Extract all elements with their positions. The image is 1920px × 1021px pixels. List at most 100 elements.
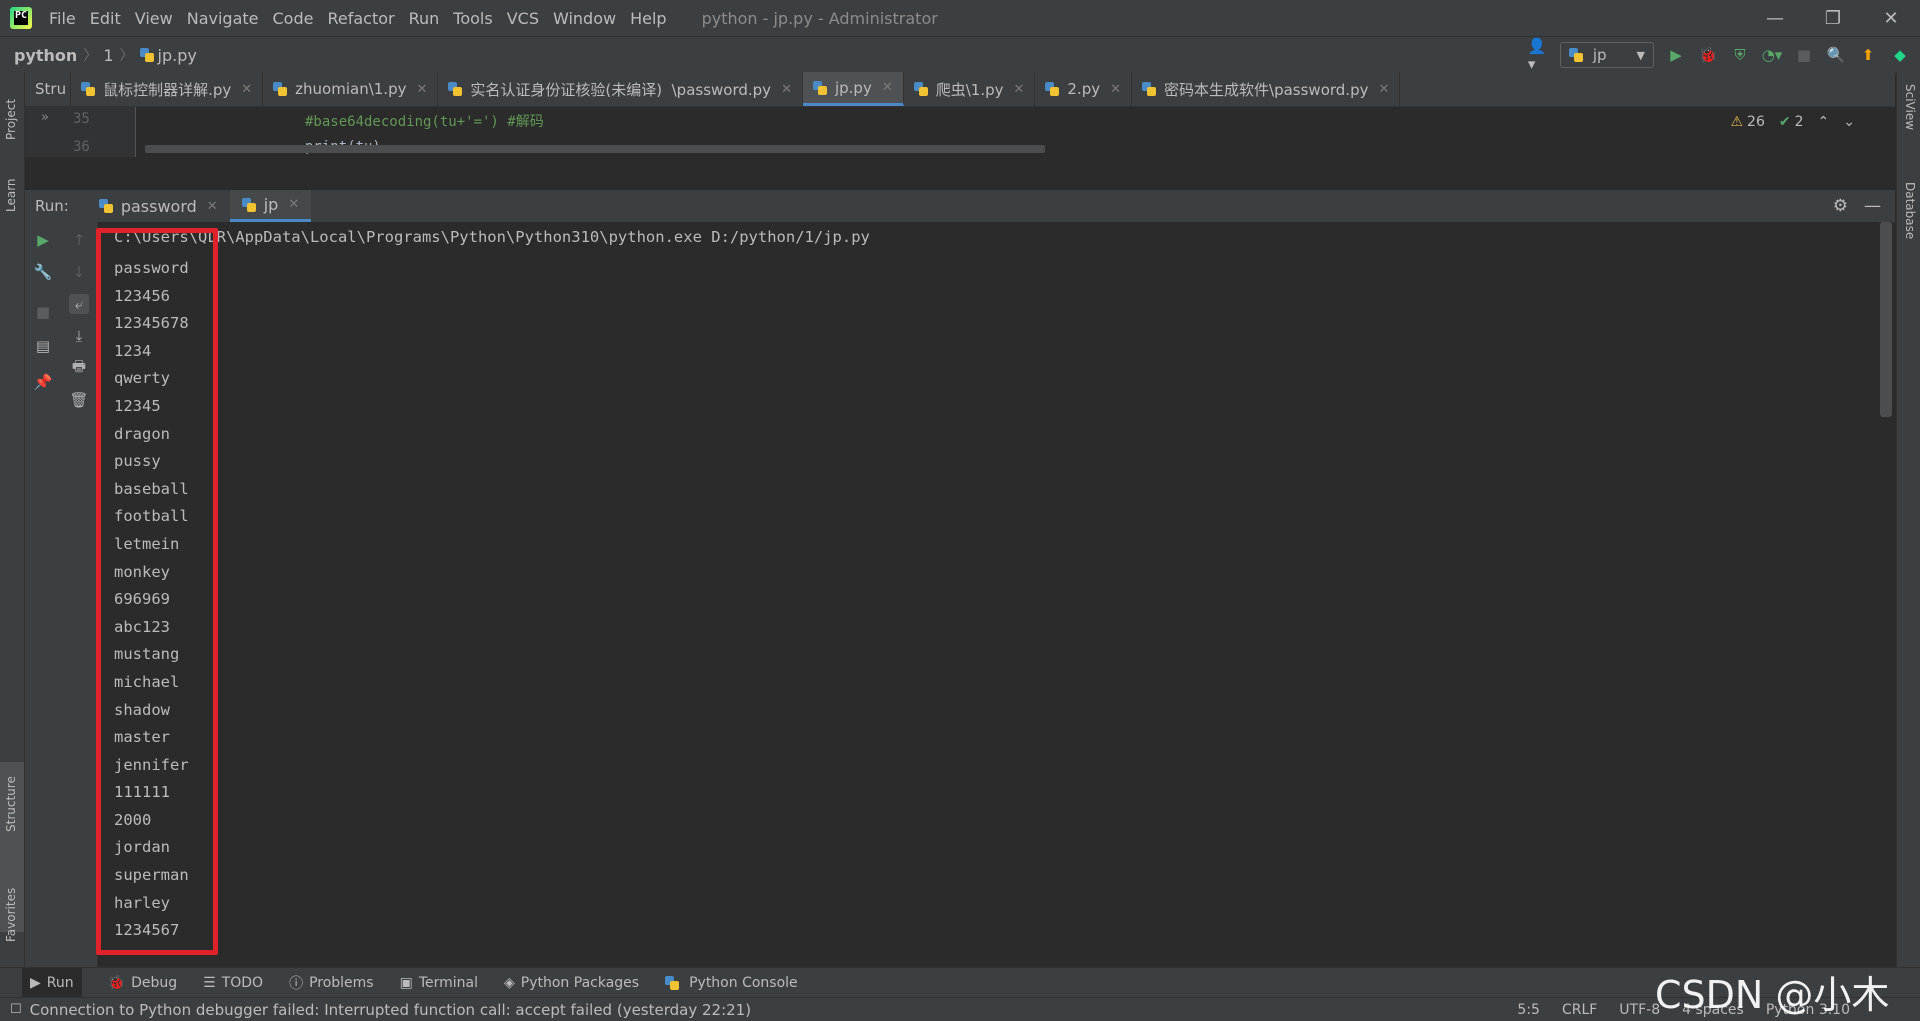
close-icon[interactable]: ✕ xyxy=(207,199,218,214)
minimize-button[interactable]: — xyxy=(1746,0,1804,36)
editor-tab[interactable]: zhuomian\1.py ✕ xyxy=(263,72,439,106)
check-icon: ✔ xyxy=(1778,114,1791,130)
stop-icon[interactable]: ■ xyxy=(33,302,53,322)
close-icon[interactable]: ✕ xyxy=(882,80,893,95)
sciview-tool-button[interactable]: SciView xyxy=(1903,84,1917,130)
status-message[interactable]: Connection to Python debugger failed: In… xyxy=(30,1001,751,1019)
close-window-button[interactable]: ✕ xyxy=(1862,0,1920,36)
close-icon[interactable]: ✕ xyxy=(1014,82,1025,97)
structure-tab-stub[interactable]: Stru xyxy=(25,72,72,106)
wrench-icon[interactable]: 🔧 xyxy=(33,262,53,282)
terminal-tool-button[interactable]: ▣ Terminal xyxy=(400,975,478,991)
restore-button[interactable]: ❐ xyxy=(1804,0,1862,36)
close-icon[interactable]: ✕ xyxy=(1110,82,1121,97)
close-icon[interactable]: ✕ xyxy=(288,197,299,212)
stop-icon[interactable]: ■ xyxy=(1794,45,1814,65)
python-file-icon xyxy=(98,199,113,213)
python-icon xyxy=(665,975,680,990)
python-file-icon xyxy=(273,82,288,96)
menu-run[interactable]: Run xyxy=(402,9,447,28)
editor-tab[interactable]: 密码本生成软件\password.py ✕ xyxy=(1132,72,1401,106)
rerun-icon[interactable]: ▶ xyxy=(33,230,53,250)
menu-refactor[interactable]: Refactor xyxy=(320,9,401,28)
print-icon[interactable]: 🖶 xyxy=(69,357,89,378)
menu-edit[interactable]: Edit xyxy=(83,9,128,28)
menu-code[interactable]: Code xyxy=(266,9,321,28)
close-icon[interactable]: ✕ xyxy=(1378,82,1389,97)
run-tool-button[interactable]: ▶ Run xyxy=(22,967,82,998)
breadcrumb-project[interactable]: python xyxy=(14,46,77,65)
tool-label: Run xyxy=(46,974,74,991)
todo-tool-button[interactable]: ☰ TODO xyxy=(203,975,263,991)
chevron-down-icon[interactable]: ⌄ xyxy=(1843,114,1855,130)
info-icon: ⓘ xyxy=(289,975,304,992)
debug-tool-button[interactable]: 🐞 Debug xyxy=(108,975,177,991)
tool-label: TODO xyxy=(221,974,264,991)
menu-file[interactable]: File xyxy=(42,9,83,28)
code-line[interactable]: #base64decoding(tu+'=') #解码 xyxy=(305,111,544,131)
scroll-to-end-icon[interactable]: ⤓ xyxy=(69,326,89,346)
menu-vcs[interactable]: VCS xyxy=(500,9,546,28)
caret-position[interactable]: 5:5 xyxy=(1517,1002,1540,1018)
chevron-up-icon[interactable]: ⌃ xyxy=(1818,114,1830,130)
gear-icon[interactable]: ⚙ xyxy=(1833,196,1848,216)
title-bar: PC File Edit View Navigate Code Refactor… xyxy=(0,0,1920,36)
pin-icon[interactable]: 📌 xyxy=(33,372,53,392)
menu-tools[interactable]: Tools xyxy=(446,9,499,28)
soft-wrap-icon[interactable]: ⤶ xyxy=(69,294,89,314)
console-command-line: C:\Users\QLR\AppData\Local\Programs\Pyth… xyxy=(114,228,870,246)
search-icon[interactable]: 🔍 xyxy=(1826,45,1846,65)
layout-icon[interactable]: ▤ xyxy=(33,336,53,356)
problems-tool-button[interactable]: ⓘ Problems xyxy=(289,973,374,993)
python-packages-tool-button[interactable]: ◈ Python Packages xyxy=(504,975,639,991)
close-icon[interactable]: ✕ xyxy=(241,82,252,97)
square-icon[interactable]: ☐ xyxy=(10,1002,22,1017)
menu-help[interactable]: Help xyxy=(623,9,673,28)
run-configuration-select[interactable]: jp ▼ xyxy=(1559,42,1654,68)
menu-view[interactable]: View xyxy=(128,9,180,28)
close-icon[interactable]: ✕ xyxy=(781,82,792,97)
run-tab-jp[interactable]: jp ✕ xyxy=(229,190,312,222)
user-icon[interactable]: 👤▾ xyxy=(1528,37,1548,73)
trash-icon[interactable]: 🗑 xyxy=(69,390,89,410)
close-icon[interactable]: ✕ xyxy=(416,82,427,97)
update-icon[interactable]: ⬆ xyxy=(1858,45,1878,65)
console-output[interactable]: C:\Users\QLR\AppData\Local\Programs\Pyth… xyxy=(98,222,1878,967)
line-separator[interactable]: CRLF xyxy=(1562,1002,1597,1018)
horizontal-scrollbar[interactable] xyxy=(145,145,1045,153)
arrow-up-icon[interactable]: ↑ xyxy=(69,230,89,250)
code-editor[interactable]: » 35 36 #base64decoding(tu+'=') #解码 prin… xyxy=(25,107,1895,157)
arrow-down-icon[interactable]: ↓ xyxy=(69,262,89,282)
menu-window[interactable]: Window xyxy=(546,9,623,28)
vertical-scrollbar[interactable] xyxy=(1880,222,1892,417)
inspection-widget[interactable]: ⚠ 26 ✔ 2 ⌃ ⌄ xyxy=(1730,114,1855,130)
breadcrumb-folder[interactable]: 1 xyxy=(103,46,113,65)
chevron-right-icon[interactable]: » xyxy=(41,110,49,125)
line-number: 35 xyxy=(73,111,90,127)
favorites-tool-button[interactable]: Favorites xyxy=(4,888,18,942)
editor-tab[interactable]: 鼠标控制器详解.py ✕ xyxy=(71,72,264,106)
project-tool-button[interactable]: Project xyxy=(4,99,18,140)
editor-tab-label: zhuomian\1.py xyxy=(295,80,407,98)
profile-icon[interactable]: ◔▾ xyxy=(1762,45,1783,65)
editor-tab[interactable]: 2.py ✕ xyxy=(1035,72,1133,106)
editor-tab[interactable]: 实名认证身份证核验(未编译) \password.py ✕ xyxy=(438,72,803,106)
menu-navigate[interactable]: Navigate xyxy=(180,9,266,28)
structure-tool-button[interactable]: Structure xyxy=(4,776,18,832)
file-encoding[interactable]: UTF-8 xyxy=(1619,1002,1660,1018)
run-tab-password[interactable]: password ✕ xyxy=(87,190,230,222)
learn-tool-button[interactable]: Learn xyxy=(4,178,18,212)
editor-tab[interactable]: 爬虫\1.py ✕ xyxy=(904,72,1036,106)
breadcrumb-file[interactable]: jp.py xyxy=(158,46,197,65)
run-icon[interactable]: ▶ xyxy=(1666,45,1686,65)
debug-icon[interactable]: 🐞 xyxy=(1698,45,1718,65)
hide-icon[interactable]: — xyxy=(1864,196,1881,216)
coverage-icon[interactable]: ⛨ xyxy=(1730,45,1750,65)
jetbrains-toolbox-icon[interactable]: ◆ xyxy=(1890,45,1910,65)
database-tool-button[interactable]: Database xyxy=(1903,182,1917,239)
editor-tab-label: 实名认证身份证核验(未编译) \password.py xyxy=(470,80,772,99)
editor-tab-active[interactable]: jp.py ✕ xyxy=(802,72,904,106)
editor-tabs: Stru 鼠标控制器详解.py ✕ zhuomian\1.py ✕ 实名认证身份… xyxy=(25,72,1895,107)
python-file-icon xyxy=(913,82,928,96)
python-console-tool-button[interactable]: Python Console xyxy=(665,975,798,991)
